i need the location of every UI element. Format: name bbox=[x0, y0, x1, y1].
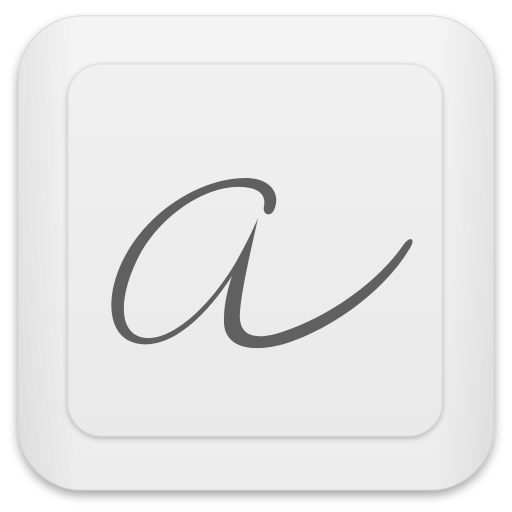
keycap-script-a-icon bbox=[17, 15, 495, 491]
keycap-face bbox=[67, 63, 443, 437]
icon-canvas bbox=[0, 0, 512, 512]
